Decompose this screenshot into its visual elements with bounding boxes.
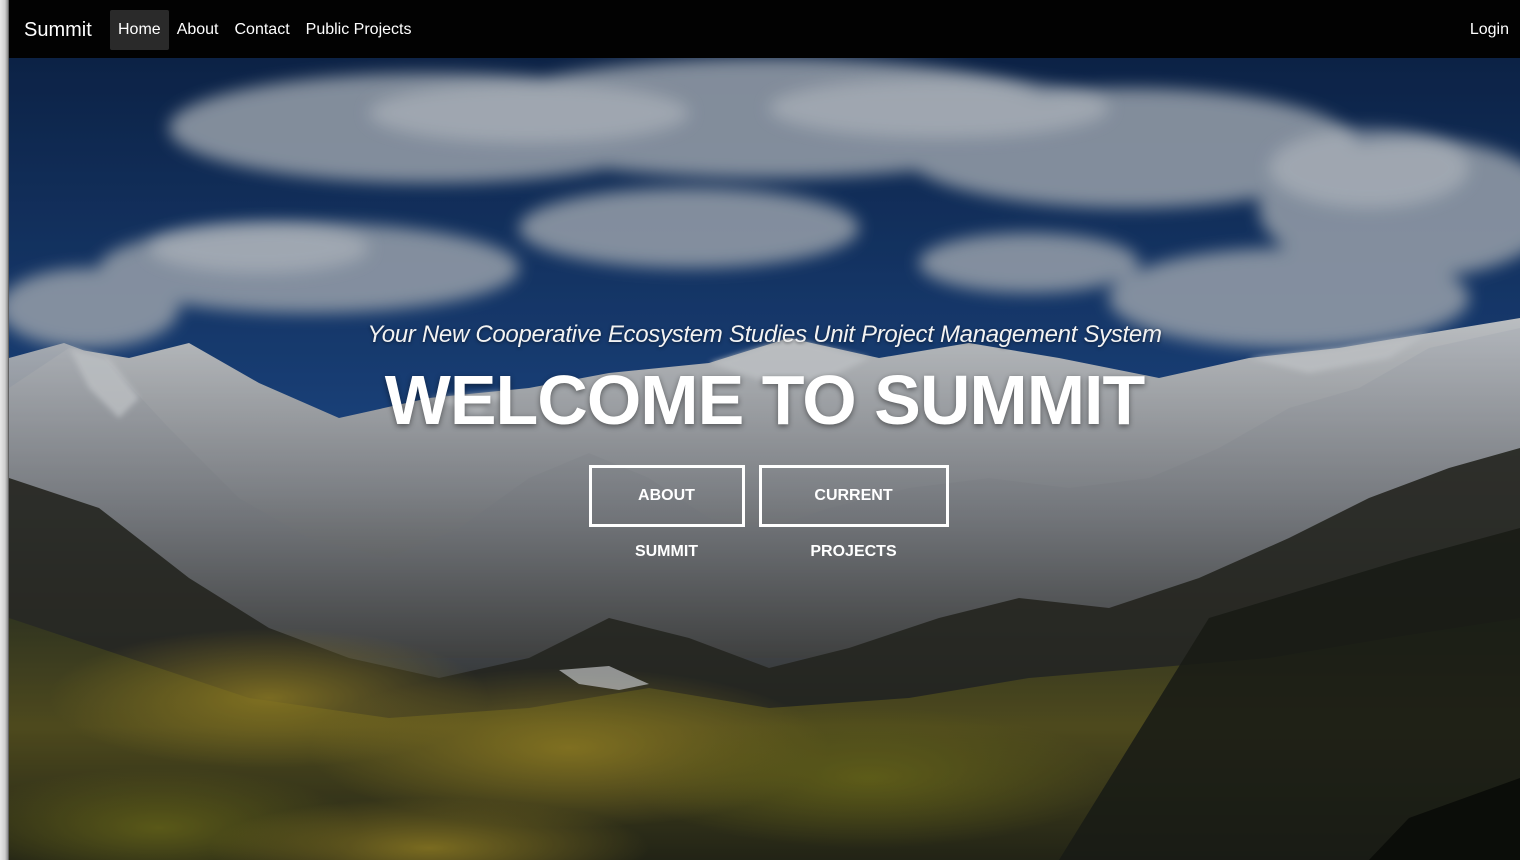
hero-content: Your New Cooperative Ecosystem Studies U… <box>9 320 1520 560</box>
current-projects-button[interactable]: Current Projects <box>758 465 949 560</box>
nav-link-about[interactable]: About <box>169 10 227 50</box>
nav-item-contact: Contact <box>227 10 298 50</box>
hero-headline: WELCOME TO SUMMIT <box>384 361 1145 439</box>
nav-item-home: Home <box>110 10 169 50</box>
hero-section: Your New Cooperative Ecosystem Studies U… <box>9 58 1520 860</box>
hero-button-row: About Summit Current Projects <box>9 465 1520 560</box>
hero-tagline: Your New Cooperative Ecosystem Studies U… <box>367 321 1162 348</box>
nav-link-public-projects[interactable]: Public Projects <box>298 10 420 50</box>
nav-item-public-projects: Public Projects <box>298 10 420 50</box>
nav-item-about: About <box>169 10 227 50</box>
nav-link-home[interactable]: Home <box>110 10 169 50</box>
nav-menu: Home About Contact Public Projects <box>110 10 419 50</box>
nav-link-contact[interactable]: Contact <box>227 10 298 50</box>
brand-logo-link[interactable]: Summit <box>24 17 92 43</box>
about-summit-button[interactable]: About Summit <box>588 465 745 560</box>
top-navbar: Summit Home About Contact Public Project… <box>9 0 1520 58</box>
window-edge <box>0 0 9 860</box>
login-link[interactable]: Login <box>1469 10 1510 50</box>
